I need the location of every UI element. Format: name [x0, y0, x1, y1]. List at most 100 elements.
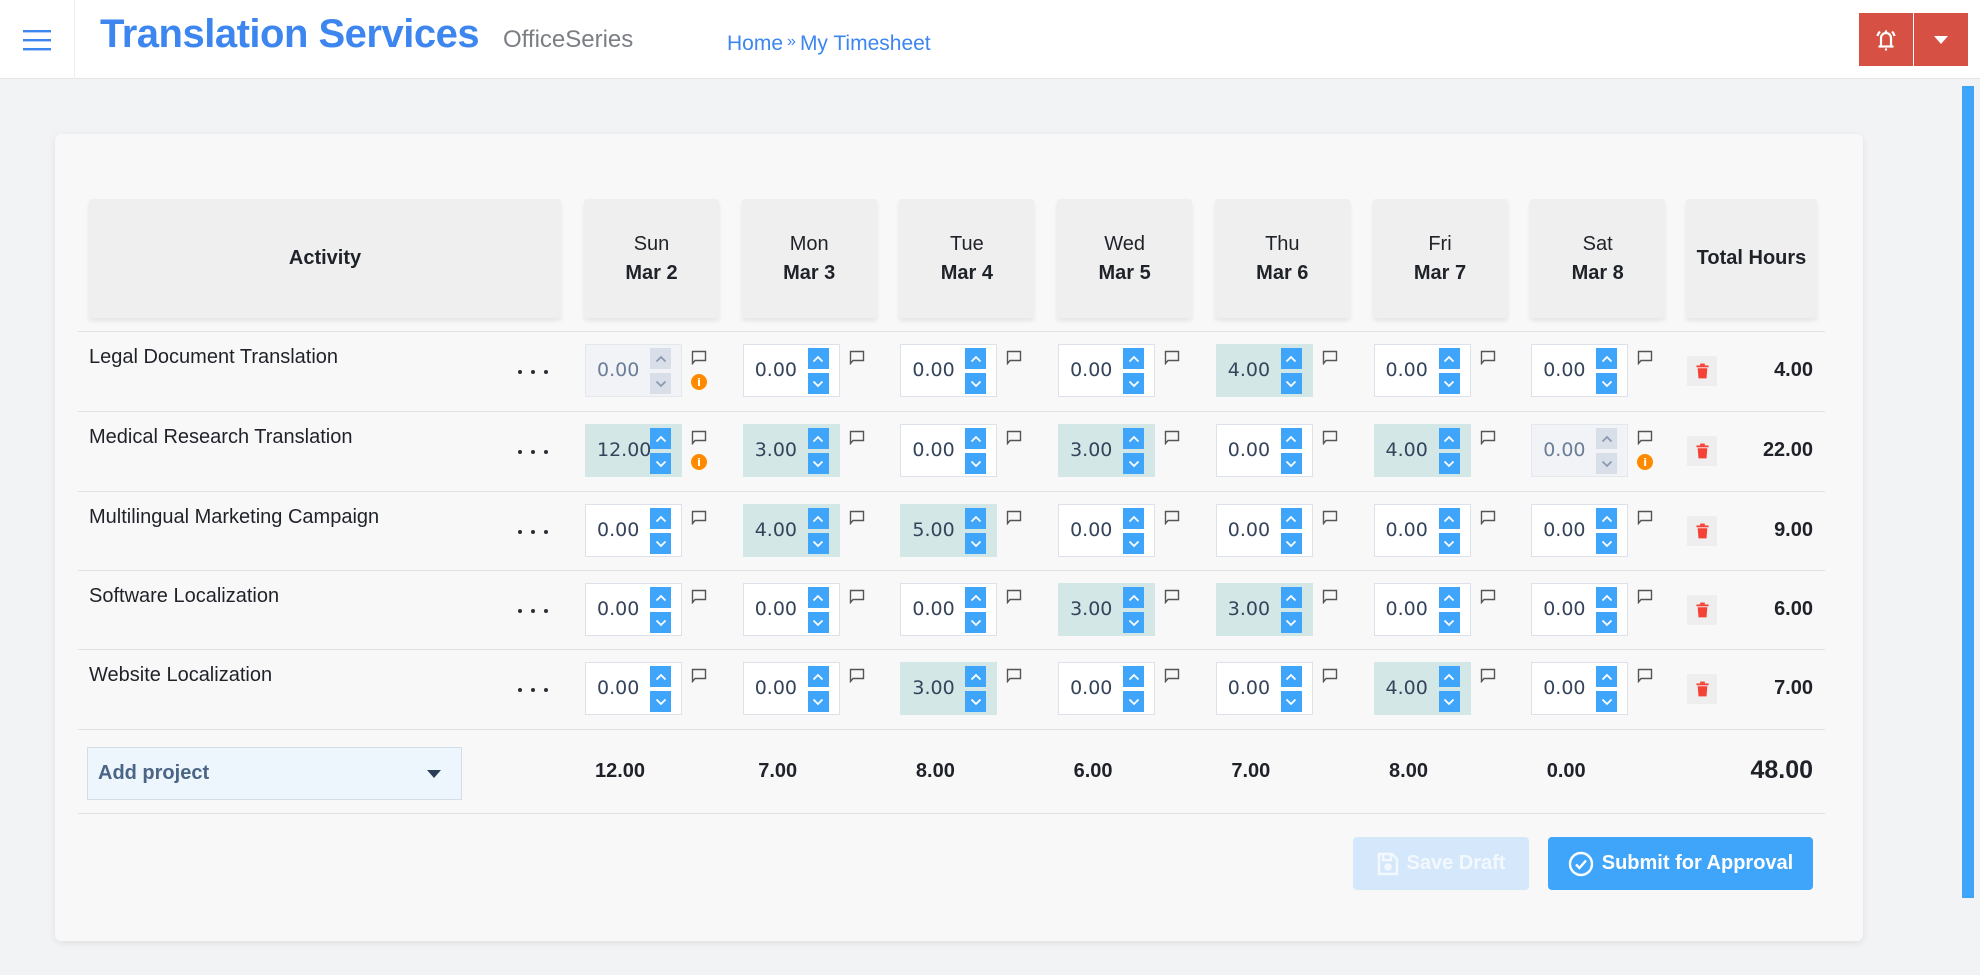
- info-icon[interactable]: i: [691, 454, 707, 470]
- decrement-button[interactable]: [1123, 453, 1145, 474]
- comment-icon[interactable]: [1006, 589, 1022, 605]
- decrement-button[interactable]: [1123, 533, 1145, 554]
- row-options-button[interactable]: [518, 680, 548, 700]
- comment-icon[interactable]: [1322, 350, 1338, 366]
- decrement-button[interactable]: [1123, 612, 1145, 633]
- comment-icon[interactable]: [691, 668, 707, 684]
- decrement-button[interactable]: [965, 691, 987, 712]
- hours-input[interactable]: 0.00: [1058, 344, 1156, 397]
- hours-input[interactable]: 3.00: [1058, 583, 1156, 636]
- hours-input[interactable]: 0.00: [1531, 583, 1629, 636]
- info-icon[interactable]: i: [1637, 454, 1654, 470]
- increment-button[interactable]: [1596, 587, 1618, 608]
- decrement-button[interactable]: [1280, 533, 1302, 554]
- increment-button[interactable]: [650, 428, 671, 449]
- hours-input[interactable]: 0.00: [1531, 662, 1629, 715]
- increment-button[interactable]: [965, 428, 987, 449]
- comment-icon[interactable]: [1637, 350, 1653, 366]
- decrement-button[interactable]: [1280, 691, 1302, 712]
- hours-input[interactable]: 0.00: [1215, 504, 1313, 557]
- increment-button[interactable]: [1280, 508, 1302, 529]
- comment-icon[interactable]: [1322, 668, 1338, 684]
- comment-icon[interactable]: [1164, 350, 1180, 366]
- decrement-button[interactable]: [1438, 373, 1460, 394]
- comment-icon[interactable]: [691, 430, 707, 446]
- menu-button[interactable]: [0, 0, 75, 79]
- hours-input[interactable]: 0.00: [1373, 583, 1471, 636]
- increment-button[interactable]: [1438, 508, 1460, 529]
- hours-input[interactable]: 0.00: [900, 344, 998, 397]
- comment-icon[interactable]: [1480, 350, 1496, 366]
- delete-row-button[interactable]: [1687, 595, 1717, 625]
- hours-input[interactable]: 0.00: [1373, 344, 1471, 397]
- decrement-button[interactable]: [1596, 691, 1618, 712]
- info-icon[interactable]: i: [691, 374, 707, 390]
- hours-input[interactable]: 3.00: [1058, 424, 1156, 477]
- save-draft-button[interactable]: Save Draft: [1353, 837, 1529, 890]
- comment-icon[interactable]: [849, 510, 865, 526]
- hours-input[interactable]: 0.00: [900, 424, 998, 477]
- hours-input[interactable]: 0.00: [1215, 424, 1313, 477]
- hours-input[interactable]: 4.00: [1215, 344, 1313, 397]
- hours-input[interactable]: 0.00: [1058, 504, 1156, 557]
- decrement-button[interactable]: [1438, 453, 1460, 474]
- increment-button[interactable]: [1596, 508, 1618, 529]
- decrement-button[interactable]: [807, 612, 829, 633]
- increment-button[interactable]: [965, 508, 987, 529]
- breadcrumb-home[interactable]: Home: [727, 32, 783, 56]
- increment-button[interactable]: [1123, 587, 1145, 608]
- decrement-button[interactable]: [807, 453, 829, 474]
- decrement-button[interactable]: [1596, 612, 1618, 633]
- row-options-button[interactable]: [518, 362, 548, 382]
- decrement-button[interactable]: [1438, 691, 1460, 712]
- increment-button[interactable]: [1123, 508, 1145, 529]
- decrement-button[interactable]: [1123, 373, 1145, 394]
- delete-row-button[interactable]: [1687, 436, 1717, 466]
- hours-input[interactable]: 4.00: [742, 504, 840, 557]
- increment-button[interactable]: [807, 666, 829, 687]
- hours-input[interactable]: 5.00: [900, 504, 998, 557]
- decrement-button[interactable]: [1438, 533, 1460, 554]
- comment-icon[interactable]: [1480, 510, 1496, 526]
- comment-icon[interactable]: [1006, 430, 1022, 446]
- decrement-button[interactable]: [807, 533, 829, 554]
- comment-icon[interactable]: [1164, 589, 1180, 605]
- alerts-button[interactable]: [1859, 13, 1913, 66]
- hours-input[interactable]: 0.00: [742, 583, 840, 636]
- increment-button[interactable]: [965, 666, 987, 687]
- row-options-button[interactable]: [518, 601, 548, 621]
- decrement-button[interactable]: [1596, 533, 1618, 554]
- hours-input[interactable]: 0.00: [742, 662, 840, 715]
- increment-button[interactable]: [650, 508, 671, 529]
- comment-icon[interactable]: [1480, 589, 1496, 605]
- decrement-button[interactable]: [807, 373, 829, 394]
- hours-input[interactable]: 0.00: [585, 583, 682, 636]
- decrement-button[interactable]: [1280, 612, 1302, 633]
- comment-icon[interactable]: [849, 350, 865, 366]
- increment-button[interactable]: [1280, 666, 1302, 687]
- comment-icon[interactable]: [1637, 668, 1653, 684]
- comment-icon[interactable]: [1006, 350, 1022, 366]
- comment-icon[interactable]: [849, 668, 865, 684]
- row-options-button[interactable]: [518, 442, 548, 462]
- comment-icon[interactable]: [1164, 430, 1180, 446]
- comment-icon[interactable]: [1322, 510, 1338, 526]
- increment-button[interactable]: [650, 587, 671, 608]
- hours-input[interactable]: 4.00: [1373, 662, 1471, 715]
- increment-button[interactable]: [1596, 348, 1618, 369]
- delete-row-button[interactable]: [1687, 356, 1717, 386]
- decrement-button[interactable]: [1438, 612, 1460, 633]
- increment-button[interactable]: [807, 428, 829, 449]
- hours-input[interactable]: 0.00: [900, 583, 998, 636]
- hours-input[interactable]: 3.00: [742, 424, 840, 477]
- decrement-button[interactable]: [1280, 373, 1302, 394]
- hours-input[interactable]: 12.00: [585, 424, 682, 477]
- decrement-button[interactable]: [965, 373, 987, 394]
- hours-input[interactable]: 0.00: [585, 662, 682, 715]
- breadcrumb-my-timesheet[interactable]: My Timesheet: [800, 32, 931, 56]
- comment-icon[interactable]: [1480, 430, 1496, 446]
- hours-input[interactable]: 0.00: [585, 504, 682, 557]
- comment-icon[interactable]: [1322, 589, 1338, 605]
- comment-icon[interactable]: [1164, 668, 1180, 684]
- comment-icon[interactable]: [1006, 510, 1022, 526]
